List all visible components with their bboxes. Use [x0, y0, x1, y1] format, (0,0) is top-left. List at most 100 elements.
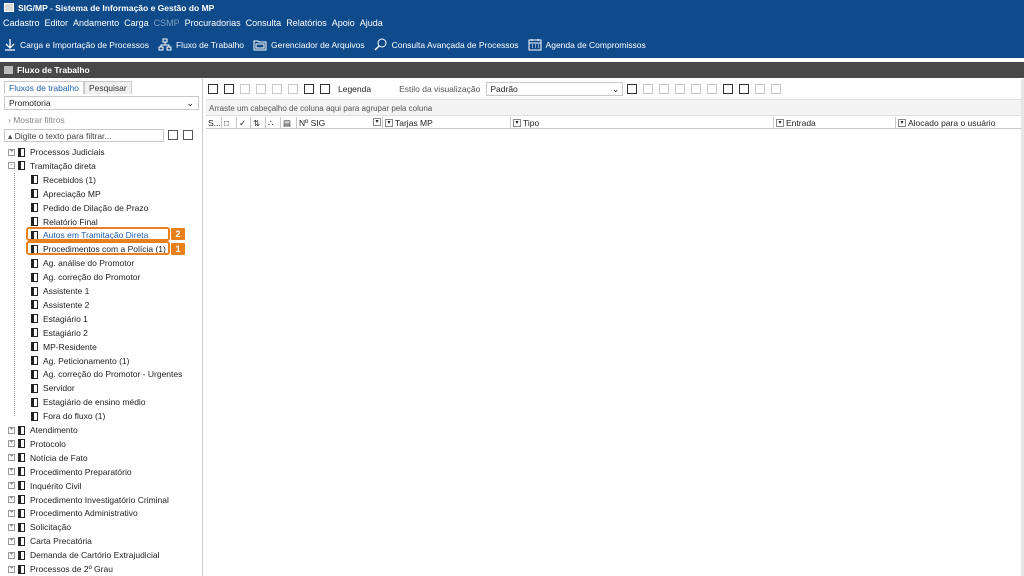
expand-icon[interactable]: + — [8, 468, 15, 476]
filter-dropdown-icon[interactable]: ▾ — [385, 119, 393, 127]
tree-item[interactable]: Ag. correção do Promotor — [31, 270, 140, 284]
expand-icon[interactable]: + — [8, 523, 15, 531]
tree-item[interactable]: MP-Residente — [31, 340, 97, 354]
tree-group[interactable]: + Processos Judiciais — [8, 145, 105, 159]
filter-dropdown-icon[interactable]: ▾ — [898, 119, 906, 127]
tree-group[interactable]: + Protocolo — [8, 437, 66, 451]
tree-group[interactable]: + Procedimento Preparatório — [8, 465, 132, 479]
tree-item[interactable]: Apreciação MP — [31, 187, 101, 201]
paste-icon[interactable] — [256, 83, 266, 94]
edit-icon[interactable] — [659, 83, 670, 94]
style-select[interactable]: Padrão ⌄ — [486, 81, 624, 96]
column-nr-sig[interactable]: Nº SIG ▾ — [297, 117, 383, 129]
delete-style-icon[interactable] — [643, 83, 654, 94]
new-document-icon[interactable] — [208, 83, 218, 94]
tree-item[interactable]: Estagiário 1 — [31, 312, 88, 326]
columns-icon[interactable] — [723, 83, 734, 94]
tree-item[interactable]: Estagiário 2 — [31, 326, 88, 340]
filter-dropdown-icon[interactable]: ▾ — [776, 119, 784, 127]
tree-group[interactable]: - Tramitação direta — [8, 159, 96, 173]
filter-dropdown-icon[interactable]: ▾ — [513, 119, 521, 127]
menu-apoio[interactable]: Apoio — [332, 18, 355, 28]
show-filters-link[interactable]: › Mostrar filtros — [8, 115, 65, 125]
tree-item[interactable]: Assistente 1 — [31, 284, 89, 298]
menu-consulta[interactable]: Consulta — [246, 18, 282, 28]
column-calendar[interactable]: ▤ — [281, 117, 297, 129]
assign-icon[interactable] — [288, 83, 298, 94]
document-icon[interactable] — [304, 83, 314, 94]
menu-relat-rios[interactable]: Relatórios — [286, 18, 327, 28]
tree-item[interactable]: Ag. análise do Promotor — [31, 256, 134, 270]
tab-fluxos-trabalho[interactable]: Fluxos de trabalho — [4, 81, 84, 94]
tree-item[interactable]: Ag. Peticionamento (1) — [31, 354, 129, 368]
expand-icon[interactable]: + — [8, 509, 15, 517]
move-icon[interactable] — [272, 83, 282, 94]
column-entrada[interactable]: ▾ Entrada — [774, 117, 896, 129]
unit-select[interactable]: Promotoria ⌄ — [4, 96, 199, 110]
agenda-compromissos-button[interactable]: Agenda de Compromissos — [528, 38, 646, 51]
menu-andamento[interactable]: Andamento — [73, 18, 119, 28]
tree-group[interactable]: + Procedimento Investigatório Criminal — [8, 493, 169, 507]
expand-icon[interactable]: + — [8, 496, 15, 503]
column-bookmark[interactable]: □ — [222, 117, 237, 129]
tree-group[interactable]: + Demanda de Cartório Extrajudicial — [8, 548, 159, 562]
tree-group[interactable]: + Carta Precatória — [8, 534, 92, 548]
tree-group[interactable]: + Procedimento Administrativo — [8, 506, 138, 520]
legend-icon[interactable] — [320, 83, 330, 94]
attach-icon[interactable] — [675, 83, 686, 94]
menu-carga[interactable]: Carga — [124, 18, 149, 28]
collapse-icon[interactable]: - — [8, 162, 15, 170]
expand-icon[interactable]: + — [8, 565, 15, 573]
tree-item[interactable]: Ag. correção do Promotor - Urgentes — [31, 367, 182, 381]
tree-item[interactable]: Servidor — [31, 381, 75, 395]
column-check[interactable]: ✓ — [237, 117, 251, 129]
copy-icon[interactable] — [240, 83, 250, 94]
menu-editor[interactable]: Editor — [45, 18, 69, 28]
menu-ajuda[interactable]: Ajuda — [360, 18, 383, 28]
tree-item[interactable]: Estagiário de ensino médio — [31, 395, 146, 409]
save-style-icon[interactable] — [627, 83, 638, 94]
expand-icon[interactable]: + — [8, 551, 15, 559]
archive-icon[interactable] — [691, 83, 702, 94]
print-preview-icon[interactable] — [755, 83, 766, 94]
tree-group[interactable]: + Notícia de Fato — [8, 451, 88, 465]
report-icon[interactable] — [707, 83, 718, 94]
fluxo-trabalho-button[interactable]: Fluxo de Trabalho — [158, 38, 244, 51]
carga-importacao-button[interactable]: Carga e Importação de Processos — [4, 38, 149, 51]
filter-dropdown-icon[interactable]: ▾ — [373, 118, 381, 126]
expand-icon[interactable]: + — [8, 148, 15, 156]
column-tipo[interactable]: ▾ Tipo — [511, 117, 774, 129]
column-flow[interactable]: ⇅ — [251, 117, 266, 129]
tree-item[interactable]: Pedido de Dilação de Prazo — [31, 201, 148, 215]
column-alocado[interactable]: ▾ Alocado para o usuário — [896, 117, 1024, 129]
menu-cadastro[interactable]: Cadastro — [3, 18, 40, 28]
expand-icon[interactable]: + — [8, 440, 15, 448]
tree-item[interactable]: Fora do fluxo (1) — [31, 409, 105, 423]
column-status[interactable]: S... — [206, 117, 222, 129]
tree-item[interactable]: Assistente 2 — [31, 298, 89, 312]
expand-icon[interactable]: + — [8, 426, 15, 434]
expand-icon[interactable]: + — [8, 482, 15, 490]
expand-icon[interactable]: + — [8, 537, 15, 545]
consulta-avancada-button[interactable]: Consulta Avançada de Processos — [374, 38, 519, 51]
column-tarjas-mp[interactable]: ▾ Tarjas MP — [383, 117, 511, 129]
export-icon[interactable] — [739, 83, 750, 94]
refresh-icon[interactable] — [224, 83, 234, 94]
results-grid[interactable] — [206, 129, 1024, 576]
tree-group[interactable]: + Inquérito Civil — [8, 479, 82, 493]
menu-procuradorias[interactable]: Procuradorias — [185, 18, 241, 28]
tree-group[interactable]: + Atendimento — [8, 423, 78, 437]
column-attachment[interactable]: ∴ — [266, 117, 281, 129]
legend-button[interactable]: Legenda — [338, 84, 371, 94]
expand-icon[interactable]: + — [8, 454, 15, 462]
expand-tree-icon[interactable] — [168, 130, 178, 140]
gerenciador-arquivos-button[interactable]: Gerenciador de Arquivos — [253, 38, 365, 51]
tree-item[interactable]: Recebidos (1) — [31, 173, 96, 187]
collapse-tree-icon[interactable] — [183, 130, 193, 140]
group-by-area[interactable]: Arraste um cabeçalho de coluna aqui para… — [206, 99, 1024, 116]
tree-group[interactable]: + Processos de 2º Grau — [8, 562, 113, 576]
tree-group[interactable]: + Solicitação — [8, 520, 71, 534]
tree-filter-input[interactable]: ▴ Digite o texto para filtrar... — [4, 129, 164, 142]
tab-pesquisar[interactable]: Pesquisar — [83, 81, 132, 94]
print-icon[interactable] — [771, 83, 782, 94]
